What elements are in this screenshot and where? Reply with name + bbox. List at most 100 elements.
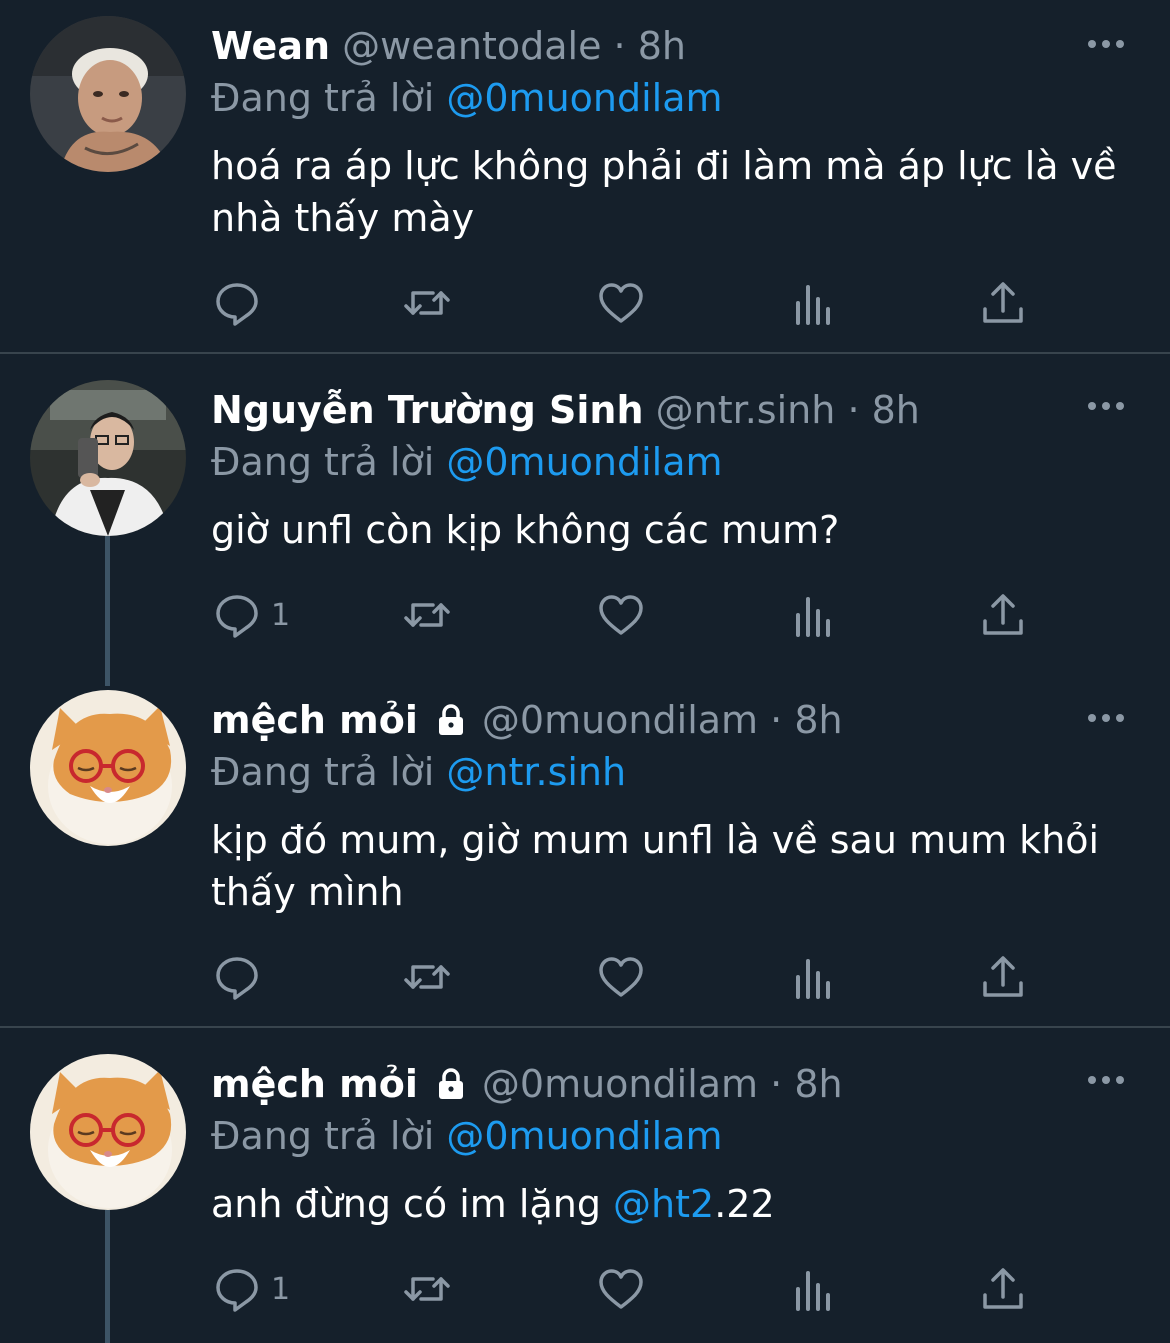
like-button[interactable] <box>597 590 645 640</box>
analytics-button[interactable] <box>789 590 837 640</box>
replying-to: Đang trả lời @ntr.sinh <box>211 746 626 798</box>
tweet-header: Wean @weantodale · 8h <box>211 20 686 72</box>
reply-icon <box>216 595 258 638</box>
retweet-button[interactable] <box>403 952 451 1002</box>
display-name[interactable]: Wean <box>211 24 330 68</box>
user-handle[interactable]: @weantodale <box>342 24 601 68</box>
replying-prefix: Đang trả lời <box>211 750 435 794</box>
thread-line <box>105 1210 110 1343</box>
share-button[interactable] <box>979 278 1027 328</box>
tweet-text: giờ unfl còn kịp không các mum? <box>211 508 840 552</box>
replying-to: Đang trả lời @0muondilam <box>211 436 723 488</box>
timestamp[interactable]: 8h <box>794 1062 842 1106</box>
retweet-icon <box>404 1277 450 1301</box>
reply-icon <box>216 1269 258 1312</box>
reply-button[interactable]: 1 <box>213 590 290 640</box>
tweet[interactable]: mệch mỏi @0muondilam · 8h Đang trả lời @n… <box>0 674 1170 1026</box>
like-icon <box>599 1269 643 1309</box>
replying-mention[interactable]: @0muondilam <box>446 1114 722 1158</box>
replying-mention[interactable]: @0muondilam <box>446 76 722 120</box>
tweet-text: hoá ra áp lực không phải đi làm mà áp lự… <box>211 144 1117 240</box>
reply-button[interactable]: 1 <box>213 1264 290 1314</box>
replying-to: Đang trả lời @0muondilam <box>211 72 723 124</box>
share-icon <box>983 956 1023 997</box>
analytics-icon <box>796 959 830 999</box>
avatar-0muondilam[interactable] <box>30 1054 186 1210</box>
user-handle[interactable]: @0muondilam <box>482 1062 758 1106</box>
separator-dot: · <box>613 24 626 68</box>
display-name[interactable]: Nguyễn Trường Sinh <box>211 388 644 432</box>
tweet-text-part: anh đừng có im lặng <box>211 1182 614 1226</box>
more-icon[interactable] <box>1086 396 1126 416</box>
analytics-button[interactable] <box>789 278 837 328</box>
share-button[interactable] <box>979 590 1027 640</box>
replying-mention[interactable]: @0muondilam <box>446 440 722 484</box>
thread-line <box>105 536 110 686</box>
more-icon[interactable] <box>1086 708 1126 728</box>
analytics-icon <box>796 1271 830 1311</box>
tweet-text: anh đừng có im lặng @ht2.22 <box>211 1178 1141 1230</box>
lock-icon <box>438 1068 463 1099</box>
reply-button[interactable] <box>213 952 261 1002</box>
replying-prefix: Đang trả lời <box>211 76 435 120</box>
tweet-header: mệch mỏi @0muondilam · 8h <box>211 694 843 746</box>
tweet-actions: 1 <box>211 1264 1041 1314</box>
like-icon <box>599 595 643 635</box>
user-handle[interactable]: @0muondilam <box>482 698 758 742</box>
more-icon[interactable] <box>1086 34 1126 54</box>
replying-prefix: Đang trả lời <box>211 440 435 484</box>
retweet-button[interactable] <box>403 590 451 640</box>
reply-icon <box>216 283 258 326</box>
like-button[interactable] <box>597 278 645 328</box>
tweet-header: mệch mỏi @0muondilam · 8h <box>211 1058 843 1110</box>
separator-dot: · <box>770 1062 783 1106</box>
lock-icon <box>438 704 463 735</box>
user-handle[interactable]: @ntr.sinh <box>656 388 836 432</box>
share-icon <box>983 1268 1023 1309</box>
replying-prefix: Đang trả lời <box>211 1114 435 1158</box>
retweet-icon <box>404 291 450 315</box>
reply-count: 1 <box>271 597 291 633</box>
reply-icon <box>216 957 258 1000</box>
tweet-actions <box>211 952 1041 1002</box>
reply-button[interactable] <box>213 278 261 328</box>
like-icon <box>599 283 643 323</box>
avatar-ntr-sinh[interactable] <box>30 380 186 536</box>
analytics-icon <box>796 285 830 325</box>
separator-dot: · <box>770 698 783 742</box>
tweet-mention[interactable]: @ht2 <box>613 1182 714 1226</box>
more-icon[interactable] <box>1086 1070 1126 1090</box>
share-icon <box>983 594 1023 635</box>
retweet-icon <box>404 603 450 627</box>
analytics-icon <box>796 597 830 637</box>
tweet-text: kịp đó mum, giờ mum unfl là về sau mum k… <box>211 818 1100 914</box>
replying-mention[interactable]: @ntr.sinh <box>446 750 626 794</box>
retweet-button[interactable] <box>403 278 451 328</box>
timestamp[interactable]: 8h <box>872 388 920 432</box>
avatar-0muondilam[interactable] <box>30 690 186 846</box>
analytics-button[interactable] <box>789 952 837 1002</box>
like-icon <box>599 957 643 997</box>
timestamp[interactable]: 8h <box>638 24 686 68</box>
display-name[interactable]: mệch mỏi <box>211 698 418 742</box>
tweet[interactable]: Wean @weantodale · 8h Đang trả lời @0muo… <box>0 0 1170 352</box>
timestamp[interactable]: 8h <box>794 698 842 742</box>
like-button[interactable] <box>597 952 645 1002</box>
tweet-actions: 1 <box>211 590 1041 640</box>
share-button[interactable] <box>979 952 1027 1002</box>
display-name[interactable]: mệch mỏi <box>211 1062 418 1106</box>
replying-to: Đang trả lời @0muondilam <box>211 1110 723 1162</box>
share-button[interactable] <box>979 1264 1027 1314</box>
tweet[interactable]: mệch mỏi @0muondilam · 8h Đang trả lời @0… <box>0 1028 1170 1343</box>
share-icon <box>983 282 1023 323</box>
tweet[interactable]: Nguyễn Trường Sinh @ntr.sinh · 8h Đang t… <box>0 354 1170 686</box>
avatar-wean[interactable] <box>30 16 186 172</box>
reply-count: 1 <box>271 1271 291 1307</box>
retweet-icon <box>404 965 450 989</box>
analytics-button[interactable] <box>789 1264 837 1314</box>
separator-dot: · <box>847 388 860 432</box>
tweet-text-part: .22 <box>714 1182 775 1226</box>
retweet-button[interactable] <box>403 1264 451 1314</box>
like-button[interactable] <box>597 1264 645 1314</box>
tweet-header: Nguyễn Trường Sinh @ntr.sinh · 8h <box>211 384 920 436</box>
